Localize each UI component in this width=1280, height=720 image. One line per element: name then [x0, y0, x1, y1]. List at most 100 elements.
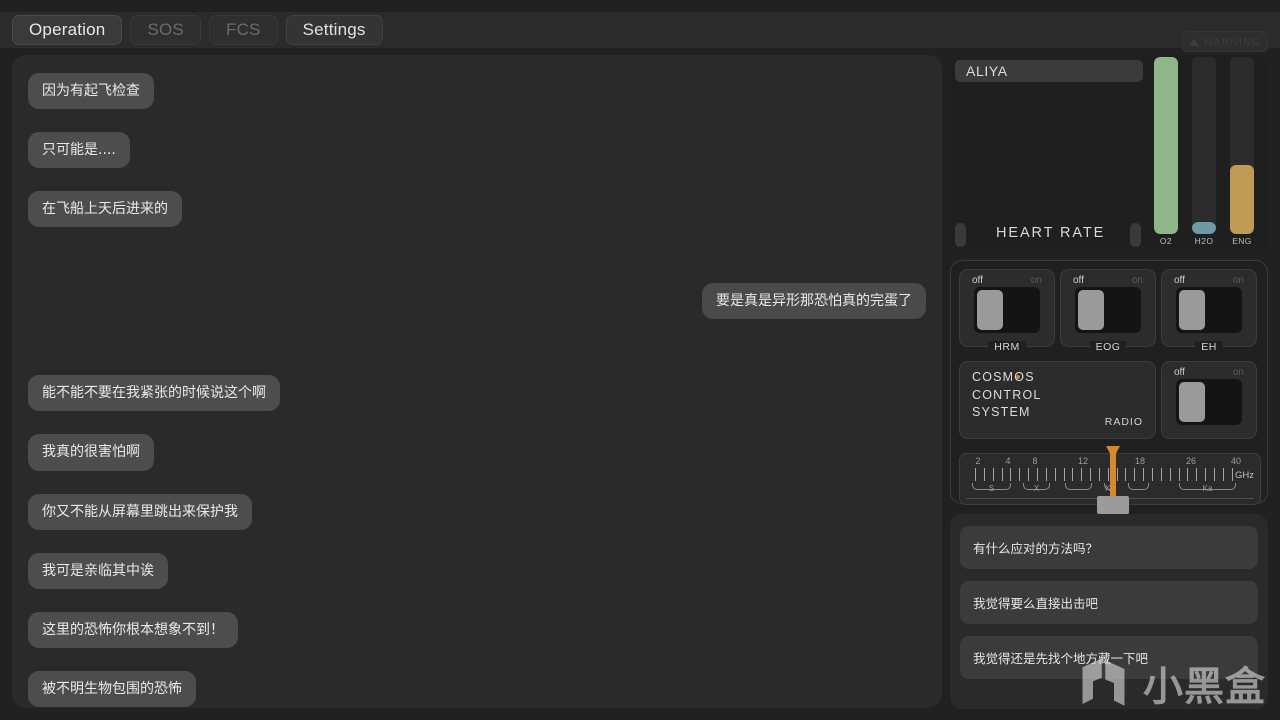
- gauge-label: ENG: [1232, 236, 1252, 246]
- cosmos-line-2: CONTROL: [972, 387, 1042, 402]
- frequency-band-brace: [1128, 483, 1149, 490]
- switch-name-text: HRM: [988, 341, 1026, 353]
- chat-bubble: 被不明生物包围的恐怖: [28, 670, 196, 707]
- chat-message-row: 被不明生物包围的恐怖: [28, 670, 926, 707]
- crew-status-panel: ALIYA HEART RATE O2 H2O ENG: [950, 55, 1268, 250]
- switch-knob[interactable]: [977, 290, 1003, 330]
- switch-off-label: off: [1073, 275, 1084, 286]
- frequency-band-label: X: [1033, 484, 1040, 493]
- chat-message-row: 只可能是....: [28, 132, 926, 169]
- radio-switch-labels: off on: [1162, 367, 1256, 378]
- toggle-switch-row: off on HRM off on EOG off on EH: [959, 269, 1259, 353]
- frequency-needle[interactable]: [1110, 446, 1116, 496]
- frequency-number: 4: [1005, 456, 1011, 466]
- switch-on-label: on: [1030, 275, 1042, 286]
- chat-message-list: 因为有起飞检查 只可能是.... 在飞船上天后进来的 要是真是异形那恐怕真的完蛋了 能不…: [28, 73, 926, 708]
- frequency-tick: [1187, 468, 1189, 481]
- frequency-tick: [975, 468, 976, 481]
- chat-bubble: 我可是亲临其中诶: [28, 552, 168, 589]
- crew-name-value: ALIYA: [966, 63, 1008, 79]
- frequency-tick: [1143, 468, 1145, 481]
- tab-settings[interactable]: Settings: [285, 15, 383, 45]
- switch-labels: off on: [960, 275, 1054, 286]
- switch-knob[interactable]: [1078, 290, 1104, 330]
- frequency-tick: [1116, 468, 1118, 481]
- toggle-switch-eog[interactable]: off on EOG: [1060, 269, 1156, 353]
- switch-on-label: on: [1232, 275, 1244, 286]
- frequency-tick: [1196, 468, 1198, 481]
- switch-labels: off on: [1061, 275, 1155, 286]
- chat-message-row: 我真的很害怕啊: [28, 434, 926, 471]
- frequency-number: 2: [975, 456, 981, 466]
- switch-name: EH: [1162, 341, 1256, 353]
- toggle-switch-radio[interactable]: off on: [1161, 361, 1257, 439]
- crew-name-field[interactable]: ALIYA: [955, 60, 1143, 82]
- frequency-band-label: S: [988, 484, 995, 493]
- chat-bubble: 因为有起飞检查: [28, 73, 154, 110]
- frequency-slider-handle[interactable]: [1097, 496, 1129, 514]
- switch-name-text: EOG: [1089, 341, 1127, 353]
- frequency-number: 18: [1134, 456, 1146, 466]
- radio-switch-on-label: on: [1232, 367, 1244, 378]
- chat-bubble: 要是真是异形那恐怕真的完蛋了: [702, 283, 926, 320]
- gauge-fill: [1154, 57, 1178, 234]
- frequency-tick: [1213, 468, 1215, 481]
- frequency-tick: [1222, 468, 1224, 481]
- switch-name-text: EH: [1195, 341, 1223, 353]
- tab-fcs[interactable]: FCS: [208, 15, 278, 45]
- radio-switch-track[interactable]: [1176, 379, 1242, 425]
- gauge-eng: ENG: [1230, 57, 1254, 246]
- toggle-switch-eh[interactable]: off on EH: [1161, 269, 1257, 353]
- frequency-number: 8: [1032, 456, 1038, 466]
- gauge-track: [1230, 57, 1254, 234]
- frequency-tick: [1054, 468, 1056, 481]
- app-root: Operation SOS FCS Settings WARNING 因为有起飞…: [0, 0, 1280, 720]
- switch-track[interactable]: [1075, 287, 1141, 333]
- tab-operation[interactable]: Operation: [12, 15, 123, 45]
- gauge-fill: [1230, 164, 1254, 234]
- switch-labels: off on: [1162, 275, 1256, 286]
- frequency-tick: [1090, 468, 1092, 481]
- radio-switch-knob[interactable]: [1179, 382, 1205, 422]
- chat-message-row: 能不能不要在我紧张的时候说这个啊: [28, 375, 926, 412]
- tab-settings-label: Settings: [302, 20, 366, 39]
- mini-chat-bubble: 我觉得要么直接出击吧: [960, 581, 1258, 624]
- frequency-tick: [1098, 468, 1100, 481]
- tab-sos-label: SOS: [147, 20, 184, 39]
- radio-frequency-scale[interactable]: 24812182640 GHz SXKuKa: [959, 446, 1261, 514]
- chat-bubble: 这里的恐怖你根本想象不到！: [28, 611, 238, 648]
- switch-name: HRM: [960, 341, 1054, 353]
- gauge-track: [1154, 57, 1178, 234]
- frequency-tick: [1010, 468, 1012, 481]
- frequency-tick: [1125, 468, 1127, 481]
- mini-chat-panel[interactable]: 有什么应对的方法吗？ 我觉得要么直接出击吧 我觉得还是先找个地方藏一下吧: [950, 514, 1268, 709]
- switch-off-label: off: [1174, 275, 1185, 286]
- frequency-tick: [1045, 468, 1047, 481]
- frequency-tick: [1081, 468, 1083, 481]
- toggle-switch-hrm[interactable]: off on HRM: [959, 269, 1055, 353]
- warning-button[interactable]: WARNING: [1182, 31, 1268, 52]
- frequency-tick: [1152, 468, 1153, 481]
- top-tab-bar: Operation SOS FCS Settings WARNING: [0, 12, 1280, 52]
- frequency-tick: [1028, 468, 1030, 481]
- frequency-number: 40: [1230, 456, 1242, 466]
- frequency-tick: [1205, 468, 1207, 481]
- gauge-fill: [1192, 221, 1216, 234]
- switch-track[interactable]: [974, 287, 1040, 333]
- frequency-tick: [1001, 468, 1003, 481]
- switch-knob[interactable]: [1179, 290, 1205, 330]
- chat-message-row: 这里的恐怖你根本想象不到！: [28, 611, 926, 648]
- chat-message-row: 我可是亲临其中诶: [28, 552, 926, 589]
- heart-rate-label: HEART RATE: [996, 225, 1106, 241]
- control-panel: off on HRM off on EOG off on EH COSMOS CONTROL S…: [950, 260, 1268, 514]
- frequency-band-label: Ka: [1202, 484, 1213, 493]
- frequency-number: 26: [1185, 456, 1197, 466]
- switch-on-label: on: [1131, 275, 1143, 286]
- switch-off-label: off: [972, 275, 983, 286]
- frequency-tick: [992, 468, 994, 481]
- tab-fcs-label: FCS: [225, 20, 261, 39]
- chat-panel[interactable]: 因为有起飞检查 只可能是.... 在飞船上天后进来的 要是真是异形那恐怕真的完蛋了 能不…: [12, 55, 942, 708]
- switch-track[interactable]: [1176, 287, 1242, 333]
- frequency-tick: [1134, 468, 1136, 481]
- tab-sos[interactable]: SOS: [130, 15, 201, 45]
